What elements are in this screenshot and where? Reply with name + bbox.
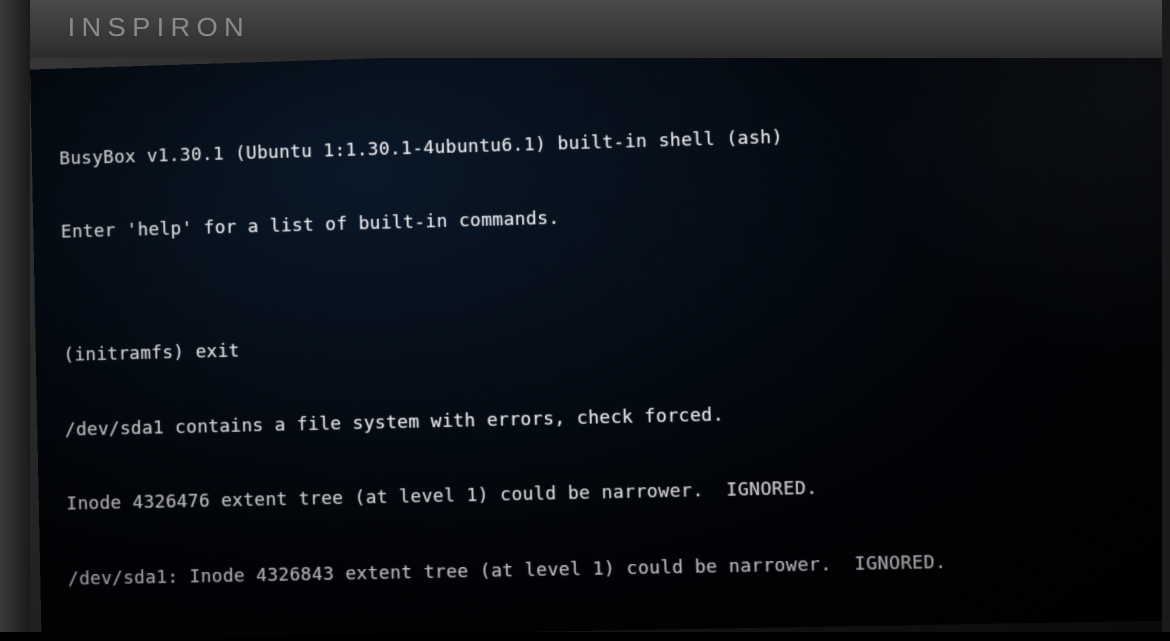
terminal-line: Inode 4326476 extent tree (at level 1) c… [66,469,1170,518]
terminal-output[interactable]: BusyBox v1.30.1 (Ubuntu 1:1.30.1-4ubuntu… [58,63,1170,640]
laptop-screen: BusyBox v1.30.1 (Ubuntu 1:1.30.1-4ubuntu… [30,33,1170,641]
terminal-line [62,265,1169,294]
terminal-line: Enter 'help' for a list of built-in comm… [61,189,1167,245]
terminal-line: (initramfs) exit [63,316,1170,369]
terminal-line: /dev/sda1: Inode 4326843 extent tree (at… [68,546,1170,593]
bezel-right [1162,0,1170,632]
laptop-brand-label: INSPIRON [68,12,250,43]
bezel-left [0,0,30,632]
terminal-line: BusyBox v1.30.1 (Ubuntu 1:1.30.1-4ubuntu… [59,114,1164,172]
laptop-bezel: INSPIRON BusyBox v1.30.1 (Ubuntu 1:1.30.… [0,0,1170,632]
terminal-line: /dev/sda1 contains a file system with er… [65,392,1170,443]
